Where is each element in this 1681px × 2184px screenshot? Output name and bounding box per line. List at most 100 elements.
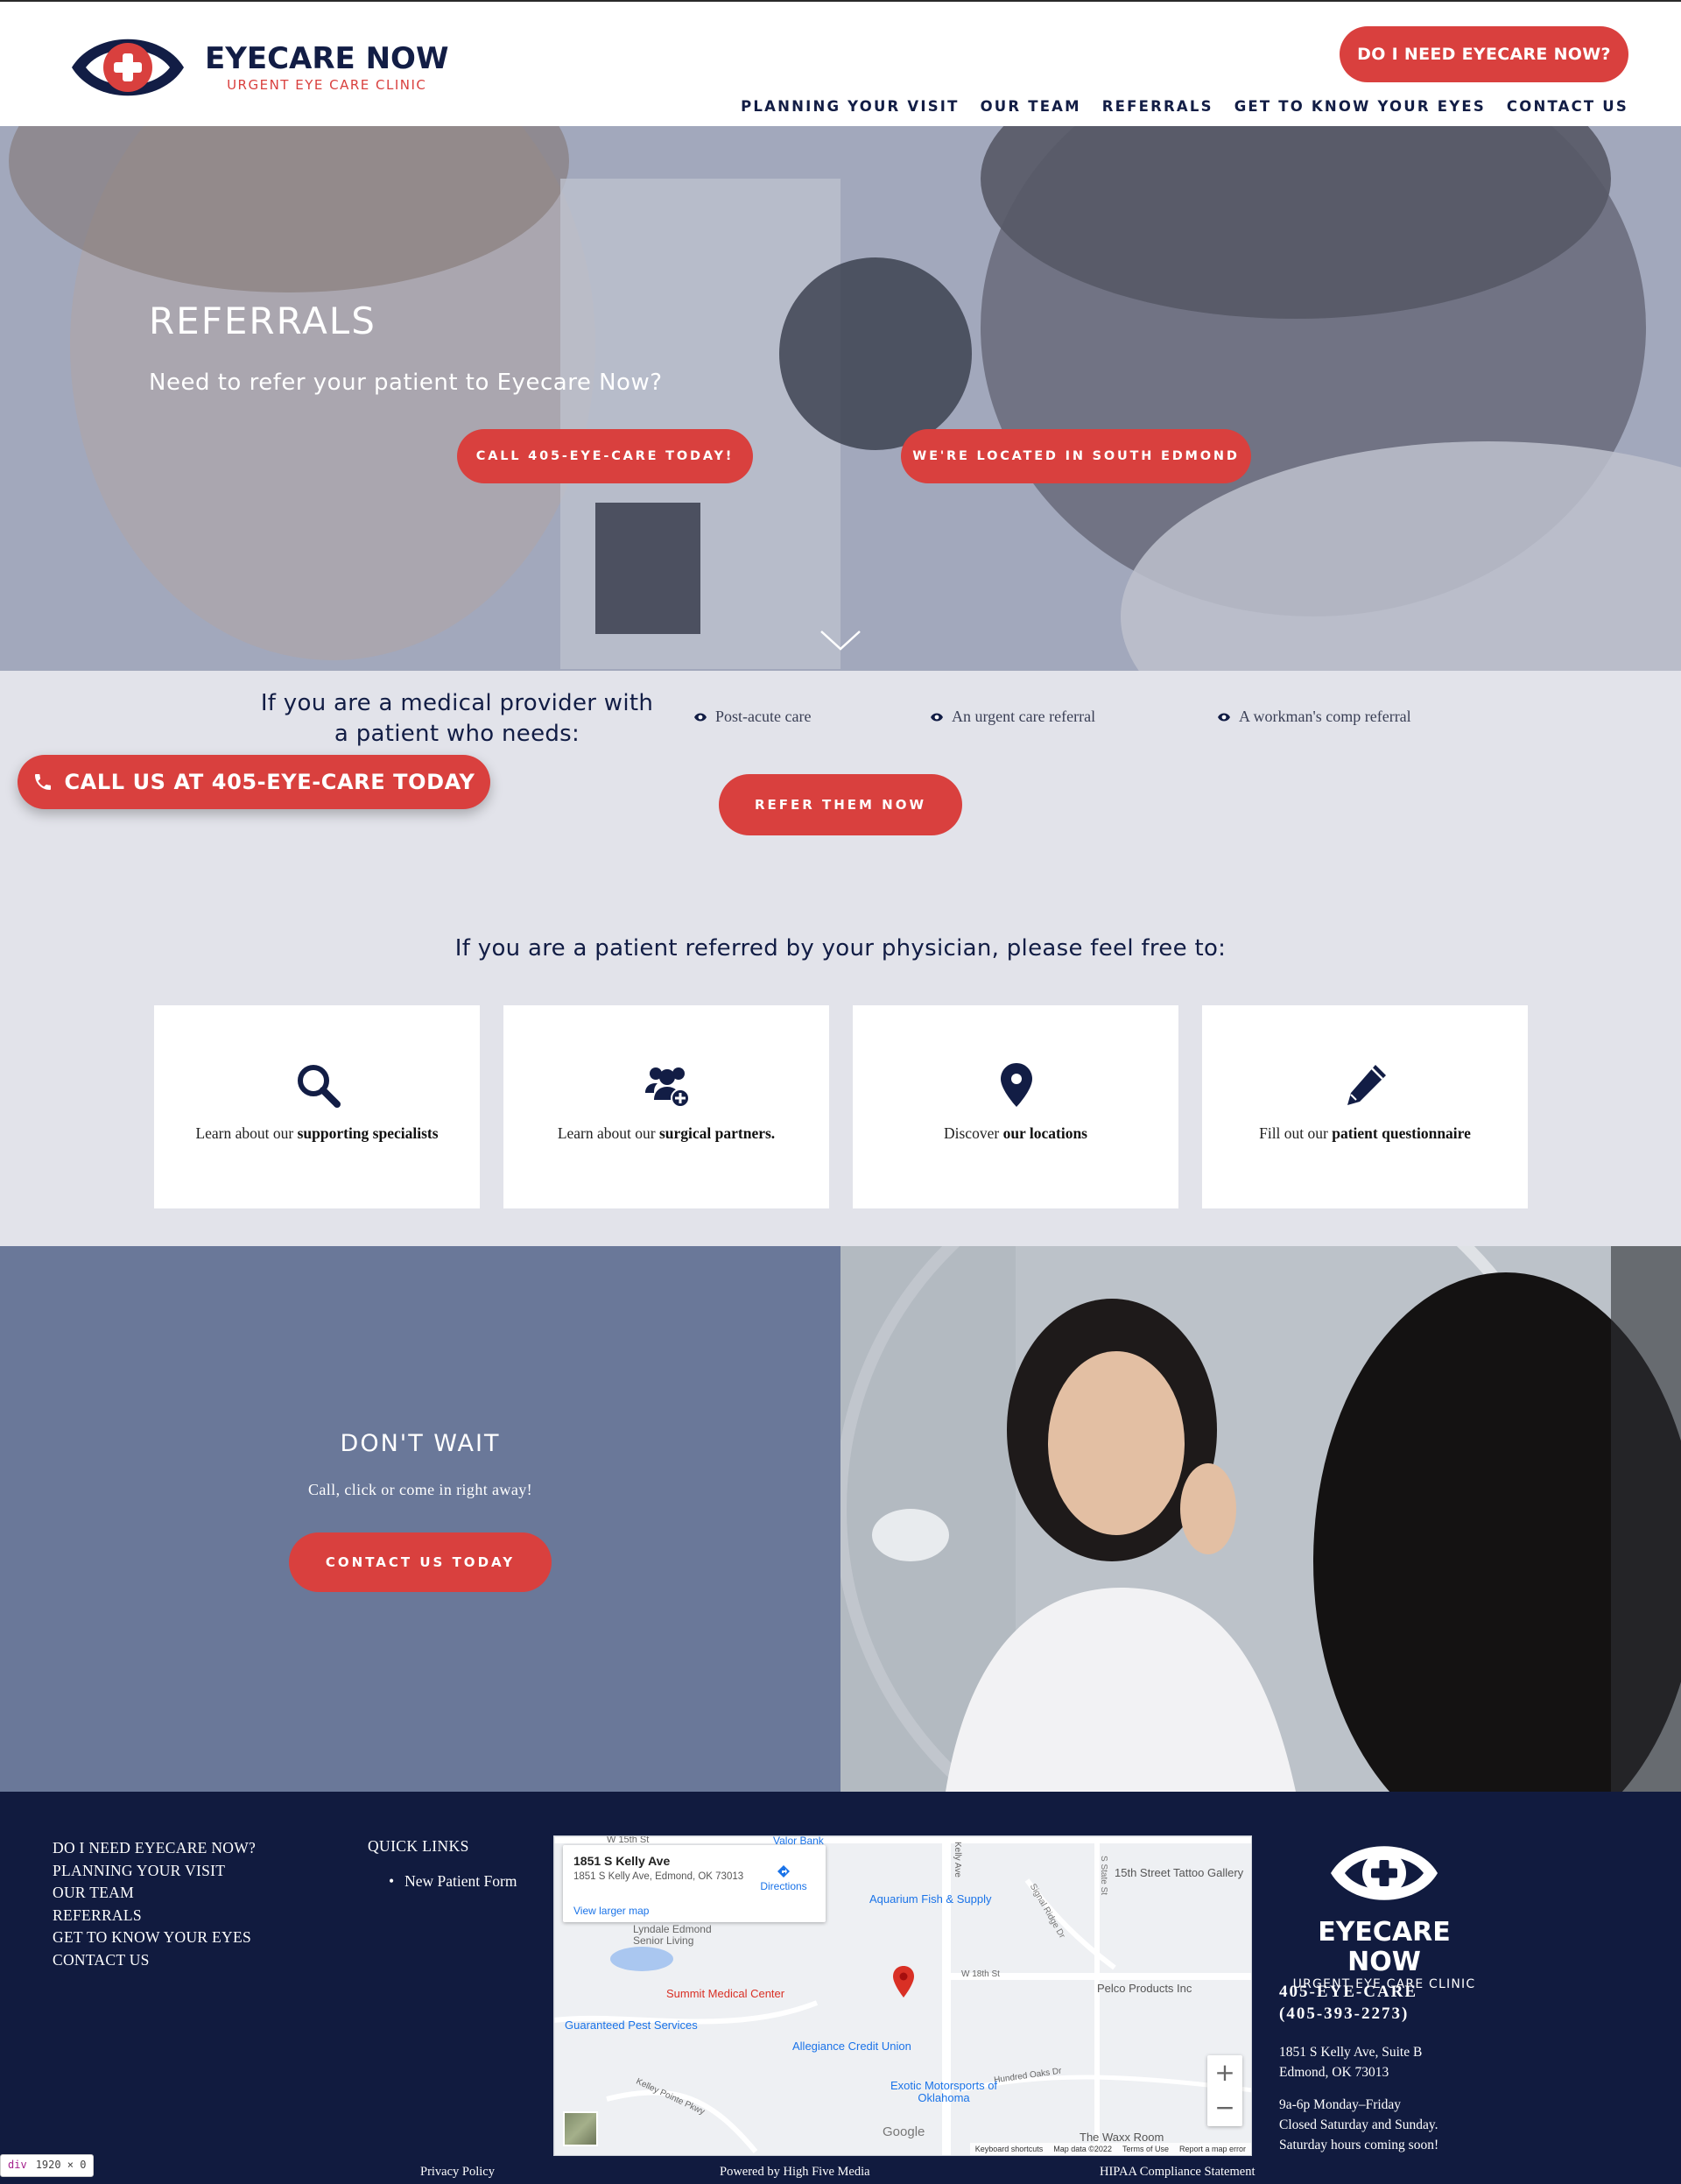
page-title: REFERRALS bbox=[149, 299, 376, 342]
provider-need-item: An urgent care referral bbox=[930, 708, 1095, 726]
powered-by-link[interactable]: Powered by High Five Media bbox=[720, 2165, 870, 2180]
call-today-button[interactable]: CALL 405-EYE-CARE TODAY! bbox=[457, 429, 753, 483]
phone-icon bbox=[35, 774, 52, 790]
directions-icon bbox=[777, 1865, 790, 1878]
footer-phone[interactable]: 405-EYE-CARE (405-393-2273) bbox=[1279, 1981, 1417, 2025]
provider-need-item: Post-acute care bbox=[693, 708, 811, 726]
map-pin-icon bbox=[1001, 1063, 1032, 1107]
eye-icon bbox=[1218, 713, 1230, 721]
footer-nav-referrals[interactable]: REFERRALS bbox=[53, 1905, 256, 1927]
map-place-title: 1851 S Kelly Ave bbox=[573, 1854, 671, 1868]
floating-call-button[interactable]: CALL US AT 405-EYE-CARE TODAY bbox=[18, 755, 490, 809]
map-zoom-controls: + − bbox=[1207, 2055, 1242, 2126]
hero-subtitle: Need to refer your patient to Eyecare No… bbox=[149, 370, 663, 396]
provider-need-label: An urgent care referral bbox=[952, 708, 1096, 725]
card-our-locations[interactable]: Discover our locations bbox=[853, 1005, 1178, 1208]
floating-call-label: CALL US AT 405-EYE-CARE TODAY bbox=[64, 770, 475, 794]
contact-us-today-button[interactable]: CONTACT US TODAY bbox=[289, 1532, 552, 1592]
footer-address: 1851 S Kelly Ave, Suite B Edmond, OK 730… bbox=[1279, 2045, 1423, 2080]
hero-section: REFERRALS Need to refer your patient to … bbox=[0, 126, 1681, 671]
map-data-credit: Map data ©2022 bbox=[1053, 2145, 1112, 2153]
footer-hours: 9a-6p Monday–Friday Closed Saturday and … bbox=[1279, 2097, 1439, 2152]
patient-heading: If you are a patient referred by your ph… bbox=[454, 935, 1227, 962]
card-patient-questionnaire[interactable]: Fill out our patient questionnaire bbox=[1202, 1005, 1528, 1208]
map-zoom-out-button[interactable]: − bbox=[1207, 2090, 1242, 2125]
users-plus-icon bbox=[645, 1067, 690, 1108]
map-label: The Waxx Room bbox=[1080, 2131, 1164, 2144]
nav-referrals[interactable]: REFERRALS bbox=[1102, 98, 1213, 115]
hero-background-image bbox=[0, 126, 1681, 671]
google-map-embed[interactable]: 1851 S Kelly Ave 1851 S Kelly Ave, Edmon… bbox=[553, 1835, 1252, 2156]
card-surgical-partners[interactable]: Learn about our surgical partners. bbox=[503, 1005, 829, 1208]
privacy-policy-link[interactable]: Privacy Policy bbox=[420, 2165, 495, 2180]
footer-nav-planning-your-visit[interactable]: PLANNING YOUR VISIT bbox=[53, 1860, 256, 1883]
map-pin-red-icon bbox=[893, 1966, 914, 1997]
footer-logo[interactable]: EYECARE NOW URGENT EYE CARE CLINIC bbox=[1278, 1834, 1490, 1991]
dont-wait-title: DON'T WAIT bbox=[340, 1430, 501, 1457]
map-label: Aquarium Fish & Supply bbox=[869, 1892, 992, 1906]
map-info-card: 1851 S Kelly Ave 1851 S Kelly Ave, Edmon… bbox=[563, 1845, 826, 1922]
footer-phone-vanity: 405-EYE-CARE bbox=[1279, 1983, 1418, 2001]
nav-contact-us[interactable]: CONTACT US bbox=[1507, 98, 1628, 115]
dont-wait-section: DON'T WAIT Call, click or come in right … bbox=[0, 1246, 840, 1792]
logo-title: EYECARE NOW bbox=[205, 41, 449, 76]
hipaa-link[interactable]: HIPAA Compliance Statement bbox=[1100, 2165, 1255, 2180]
pencil-icon bbox=[1347, 1065, 1386, 1105]
card-text: Learn about our supporting specialists bbox=[195, 1124, 439, 1142]
map-terms-link[interactable]: Terms of Use bbox=[1122, 2145, 1169, 2153]
provider-need-item: A workman's comp referral bbox=[1217, 708, 1411, 726]
footer-nav-get-to-know-your-eyes[interactable]: GET TO KNOW YOUR EYES bbox=[53, 1927, 256, 1949]
location-button[interactable]: WE'RE LOCATED IN SOUTH EDMOND bbox=[901, 429, 1251, 483]
card-supporting-specialists[interactable]: Learn about our supporting specialists bbox=[154, 1005, 480, 1208]
nav-our-team[interactable]: OUR TEAM bbox=[981, 98, 1081, 115]
provider-section: If you are a medical provider with a pat… bbox=[0, 671, 1681, 1246]
refer-them-now-button[interactable]: REFER THEM NOW bbox=[719, 774, 962, 835]
nav-get-to-know-your-eyes[interactable]: GET TO KNOW YOUR EYES bbox=[1234, 98, 1486, 115]
site-footer: DO I NEED EYECARE NOW? PLANNING YOUR VIS… bbox=[0, 1792, 1681, 2184]
footer-nav: DO I NEED EYECARE NOW? PLANNING YOUR VIS… bbox=[53, 1837, 256, 1972]
eye-icon bbox=[694, 713, 707, 721]
main-nav: PLANNING YOUR VISIT OUR TEAM REFERRALS G… bbox=[741, 98, 1628, 115]
map-label: W 15th St bbox=[607, 1835, 650, 1845]
dont-wait-subtitle: Call, click or come in right away! bbox=[307, 1481, 533, 1498]
map-label: Summit Medical Center bbox=[666, 1987, 785, 2000]
map-label: W 18th St bbox=[961, 1969, 1000, 1979]
map-attribution: Keyboard shortcuts Map data ©2022 Terms … bbox=[969, 2143, 1251, 2155]
map-label: Guaranteed Pest Services bbox=[565, 2018, 698, 2032]
card-text: Discover our locations bbox=[944, 1124, 1087, 1142]
footer-brand-title: EYECARE NOW bbox=[1318, 1917, 1451, 1977]
map-label: Kelly Ave bbox=[953, 1842, 962, 1878]
devtools-element-badge: div 1920 × 0 bbox=[0, 2154, 95, 2177]
logo-subtitle: URGENT EYE CARE CLINIC bbox=[227, 77, 427, 93]
footer-nav-our-team[interactable]: OUR TEAM bbox=[53, 1882, 256, 1905]
map-label: S State St bbox=[1099, 1856, 1108, 1896]
nav-planning-your-visit[interactable]: PLANNING YOUR VISIT bbox=[741, 98, 959, 115]
map-place-address: 1851 S Kelly Ave, Edmond, OK 73013 bbox=[573, 1871, 744, 1882]
map-directions-link[interactable]: Directions bbox=[757, 1864, 810, 1892]
footer-nav-contact-us[interactable]: CONTACT US bbox=[53, 1949, 256, 1972]
map-label: 15th Street Tattoo Gallery bbox=[1115, 1866, 1244, 1879]
map-label: Lyndale Edmond Senior Living bbox=[633, 1923, 712, 1947]
map-report-error-link[interactable]: Report a map error bbox=[1179, 2145, 1246, 2153]
card-text: Fill out our patient questionnaire bbox=[1259, 1124, 1471, 1142]
view-larger-map-link[interactable]: View larger map bbox=[573, 1905, 649, 1917]
chevron-down-icon[interactable] bbox=[819, 629, 862, 652]
map-zoom-in-button[interactable]: + bbox=[1207, 2055, 1242, 2090]
map-satellite-toggle[interactable] bbox=[563, 2111, 598, 2146]
provider-need-label: A workman's comp referral bbox=[1239, 708, 1411, 725]
footer-phone-number: (405-393-2273) bbox=[1279, 2004, 1410, 2023]
quick-links-heading: QUICK LINKS bbox=[368, 1837, 469, 1855]
site-logo[interactable]: EYECARE NOW URGENT EYE CARE CLINIC bbox=[68, 26, 448, 109]
card-text: Learn about our surgical partners. bbox=[557, 1124, 776, 1142]
map-label: Pelco Products Inc bbox=[1097, 1982, 1192, 1995]
footer-nav-do-i-need-eyecare[interactable]: DO I NEED EYECARE NOW? bbox=[53, 1837, 256, 1860]
do-i-need-eyecare-button[interactable]: DO I NEED EYECARE NOW? bbox=[1340, 26, 1628, 82]
map-label: Valor Bank bbox=[773, 1835, 824, 1847]
provider-question: If you are a medical provider with a pat… bbox=[260, 690, 654, 747]
woman-mirror-photo bbox=[840, 1246, 1681, 1792]
map-label: Exotic Motorsports of Oklahoma bbox=[890, 2079, 998, 2104]
map-label: Allegiance Credit Union bbox=[792, 2040, 911, 2053]
search-icon bbox=[298, 1065, 341, 1108]
map-keyboard-shortcuts-link[interactable]: Keyboard shortcuts bbox=[975, 2145, 1044, 2153]
quick-link-new-patient-form[interactable]: New Patient Form bbox=[389, 1872, 517, 1891]
